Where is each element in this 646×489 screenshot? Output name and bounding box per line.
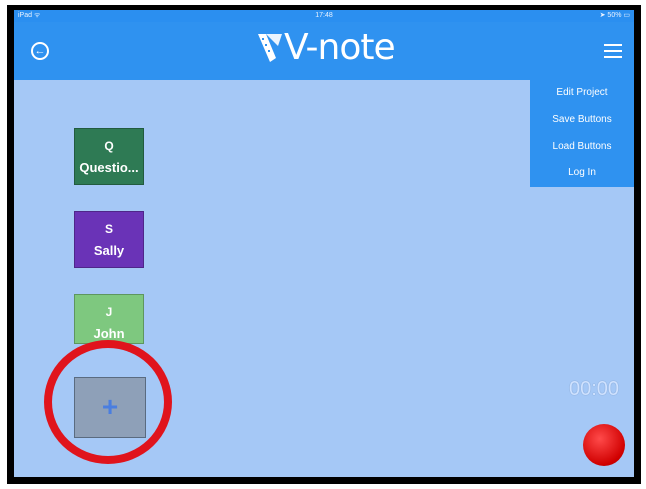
dropdown-menu: Edit Project Save Buttons Load Buttons L…	[530, 80, 634, 187]
note-button-questions[interactable]: Q Questio...	[74, 128, 144, 185]
menu-item-edit-project[interactable]: Edit Project	[530, 80, 634, 107]
logo-text: V-note	[284, 27, 396, 68]
tile-letter: J	[105, 305, 113, 319]
tile-name: John	[93, 326, 125, 341]
timer-display: 00:00	[569, 378, 620, 400]
status-bar: iPad ᯤ 17:48 ➤ 50% ▭	[14, 10, 634, 22]
app-screen: iPad ᯤ 17:48 ➤ 50% ▭ ← V-note Edit Proje…	[14, 10, 634, 477]
record-button[interactable]	[583, 424, 625, 466]
highlight-circle	[44, 340, 172, 464]
menu-item-log-in[interactable]: Log In	[530, 160, 634, 187]
device-frame: iPad ᯤ 17:48 ➤ 50% ▭ ← V-note Edit Proje…	[7, 5, 641, 484]
menu-item-load-buttons[interactable]: Load Buttons	[530, 134, 634, 161]
nav-bar: ← V-note	[14, 22, 634, 80]
tile-letter: S	[104, 222, 113, 236]
menu-item-save-buttons[interactable]: Save Buttons	[530, 107, 634, 134]
film-strip-logo-icon	[258, 34, 282, 62]
tile-name: Questio...	[79, 160, 139, 175]
back-arrow-circle-icon[interactable]: ←	[31, 42, 49, 60]
note-button-john[interactable]: J John	[74, 294, 144, 344]
status-time: 17:48	[315, 12, 333, 19]
note-button-sally[interactable]: S Sally	[74, 211, 144, 268]
tile-letter: Q	[104, 139, 114, 153]
app-logo: V-note	[256, 27, 396, 68]
hamburger-menu-icon[interactable]	[604, 44, 622, 58]
tile-name: Sally	[93, 243, 125, 258]
status-battery: ➤ 50% ▭	[599, 12, 630, 19]
